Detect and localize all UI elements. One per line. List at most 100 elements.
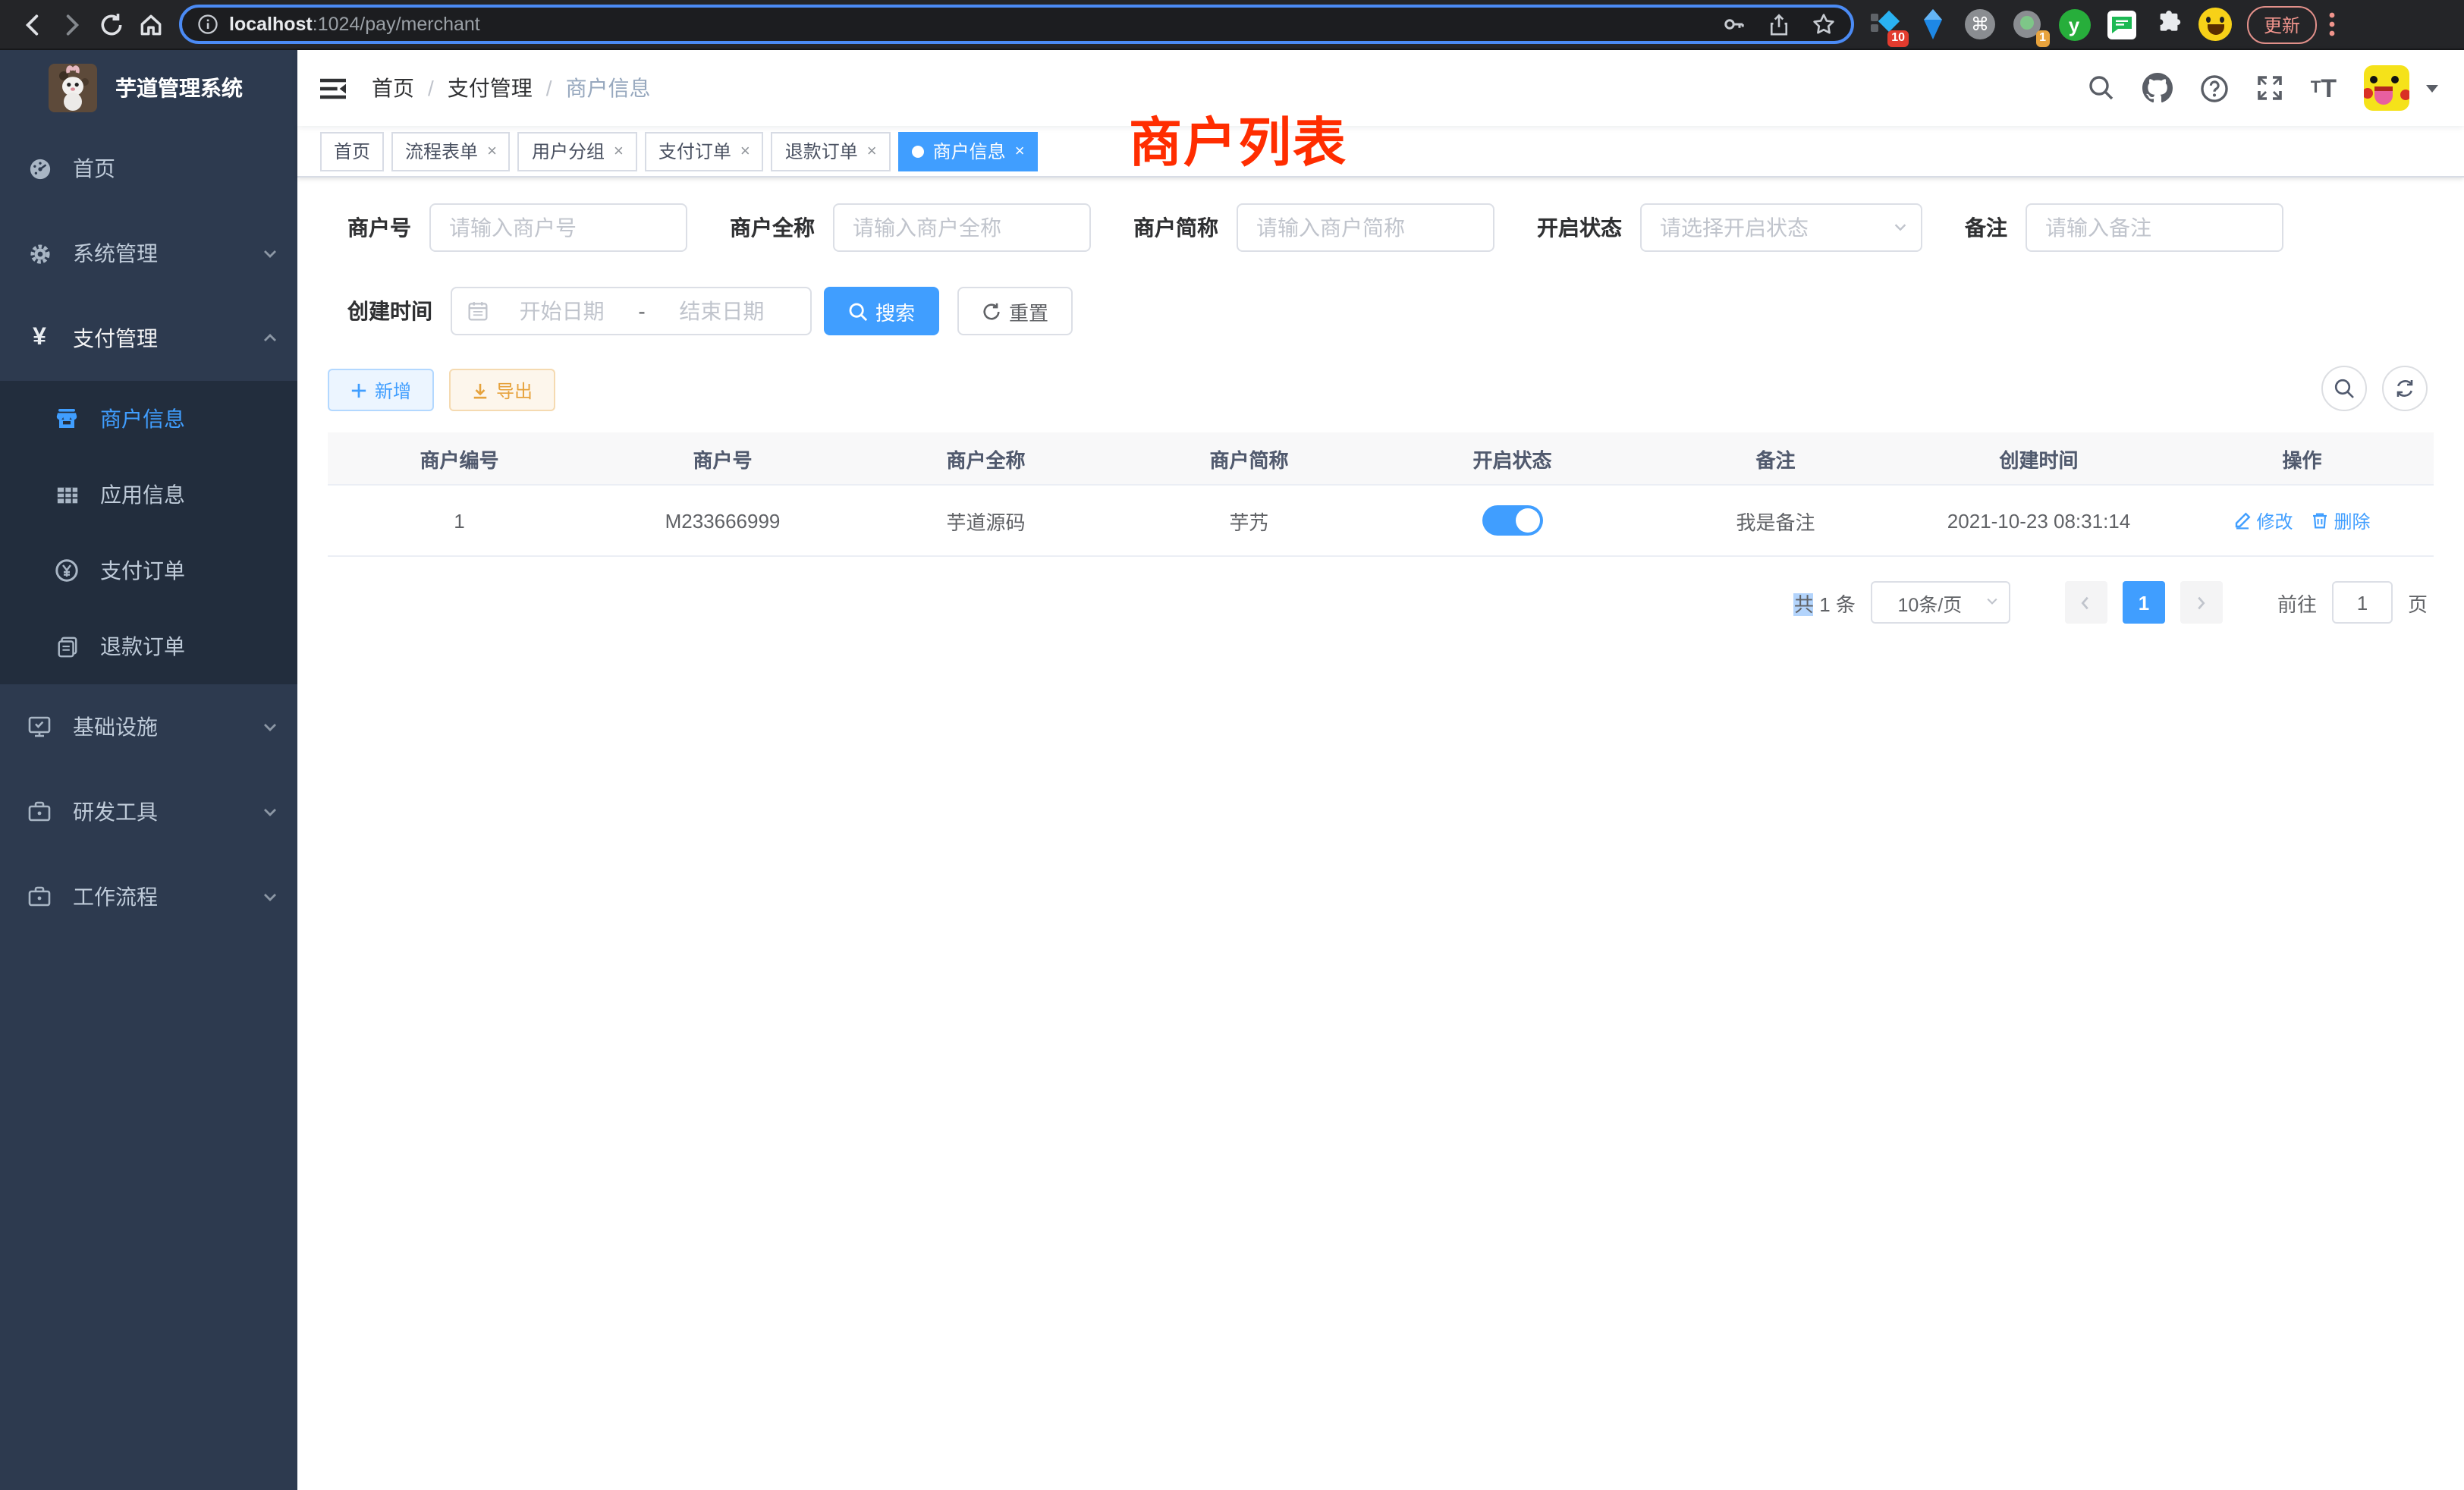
notification-badge: 1	[2035, 30, 2050, 47]
sidebar-item-home[interactable]: 首页	[0, 126, 297, 211]
sidebar-item-infra[interactable]: 基础设施	[0, 684, 297, 769]
breadcrumb-pay[interactable]: 支付管理	[448, 73, 533, 103]
site-info-icon[interactable]	[197, 14, 218, 35]
col-header: 备注	[1644, 432, 1907, 484]
refresh-button[interactable]	[2382, 366, 2428, 411]
tab-merchant-info[interactable]: 商户信息×	[898, 131, 1039, 171]
sidebar-item-pay-order[interactable]: 支付订单	[0, 533, 297, 608]
profile-avatar-emoji[interactable]	[2198, 8, 2232, 41]
close-icon[interactable]: ×	[740, 142, 750, 160]
col-header: 开启状态	[1381, 432, 1644, 484]
sidebar-item-devtools[interactable]: 研发工具	[0, 769, 297, 854]
collapse-sidebar-icon[interactable]	[319, 75, 347, 101]
forward-icon[interactable]	[52, 5, 91, 44]
sidebar-item-merchant-info[interactable]: 商户信息	[0, 381, 297, 457]
sidebar-logo[interactable]: 芋道管理系统	[0, 50, 297, 126]
bookmark-star-icon[interactable]	[1812, 12, 1836, 36]
tab-flow-form[interactable]: 流程表单×	[391, 131, 511, 171]
extension-badge: 10	[1887, 30, 1909, 47]
reset-button[interactable]: 重置	[957, 287, 1073, 335]
remark-input[interactable]	[2026, 203, 2283, 252]
gear-icon	[27, 242, 52, 265]
close-icon[interactable]: ×	[1015, 142, 1025, 160]
table-header-row: 商户编号 商户号 商户全称 商户简称 开启状态 备注 创建时间 操作	[328, 432, 2434, 486]
status-toggle[interactable]	[1482, 505, 1543, 536]
browser-menu-kebab-icon[interactable]	[2329, 12, 2335, 36]
end-date-placeholder[interactable]: 结束日期	[649, 296, 795, 326]
back-icon[interactable]	[12, 5, 52, 44]
tab-home[interactable]: 首页	[320, 131, 384, 171]
close-icon[interactable]: ×	[867, 142, 877, 160]
prev-page-button[interactable]	[2065, 581, 2107, 624]
delete-link[interactable]: 删除	[2312, 508, 2371, 533]
sidebar-item-system[interactable]: 系统管理	[0, 211, 297, 296]
chevron-down-icon	[261, 244, 279, 262]
full-name-input[interactable]	[833, 203, 1091, 252]
home-icon[interactable]	[130, 5, 170, 44]
monitor-check-icon	[27, 715, 52, 739]
briefcase-icon	[27, 885, 52, 909]
filter-row-1: 商户号 商户全称 商户简称 开启状态	[347, 203, 2434, 252]
next-page-button[interactable]	[2180, 581, 2223, 624]
extensions-puzzle-icon[interactable]	[2151, 8, 2185, 41]
close-icon[interactable]: ×	[487, 142, 497, 160]
search-button[interactable]: 搜索	[824, 287, 939, 335]
page-size-select[interactable]: 10条/页	[1871, 581, 2010, 624]
total-count: 共 1 条	[1794, 588, 1856, 617]
red-annotation-title: 商户列表	[1129, 100, 1347, 178]
cell-remark: 我是备注	[1644, 486, 1907, 557]
chrome-update-button[interactable]: 更新	[2247, 5, 2317, 43]
toggle-search-button[interactable]	[2321, 366, 2367, 411]
logo-rabbit-image	[49, 64, 97, 112]
goto-page-input[interactable]	[2332, 581, 2393, 624]
url-path: :1024/pay/merchant	[313, 14, 480, 35]
goto-label: 前往	[2277, 588, 2317, 617]
start-date-placeholder[interactable]: 开始日期	[489, 296, 635, 326]
extension-diamond-icon[interactable]: 10	[1869, 8, 1903, 41]
page-number-current[interactable]: 1	[2123, 581, 2165, 624]
add-button[interactable]: 新增	[328, 369, 434, 411]
share-icon[interactable]	[1768, 13, 1790, 36]
sidebar-item-refund-order[interactable]: 退款订单	[0, 608, 297, 684]
password-key-icon[interactable]	[1722, 12, 1746, 36]
reload-icon[interactable]	[91, 5, 130, 44]
sidebar-item-app-info[interactable]: 应用信息	[0, 457, 297, 533]
status-select[interactable]	[1640, 203, 1922, 252]
tab-user-group[interactable]: 用户分组×	[518, 131, 637, 171]
tab-pay-order[interactable]: 支付订单×	[645, 131, 764, 171]
help-icon[interactable]	[2200, 74, 2229, 102]
chevron-down-icon	[261, 718, 279, 736]
sidebar-item-workflow[interactable]: 工作流程	[0, 854, 297, 939]
short-name-input[interactable]	[1237, 203, 1494, 252]
refund-doc-icon	[55, 635, 79, 658]
font-size-icon[interactable]: TT	[2311, 75, 2337, 101]
search-icon[interactable]	[2088, 74, 2115, 102]
export-button[interactable]: 导出	[449, 369, 555, 411]
tab-refund-order[interactable]: 退款订单×	[772, 131, 891, 171]
top-navbar: 首页 / 支付管理 / 商户信息	[297, 50, 2464, 126]
yen-circle-icon	[55, 558, 79, 583]
merchant-table: 商户编号 商户号 商户全称 商户简称 开启状态 备注 创建时间 操作 1 M23…	[328, 432, 2434, 557]
date-range-picker[interactable]: 开始日期 - 结束日期	[451, 287, 812, 335]
breadcrumb-home[interactable]: 首页	[372, 73, 414, 103]
avatar-caret-icon[interactable]	[2425, 80, 2440, 96]
extension-gem-icon[interactable]	[1916, 8, 1950, 41]
extension-command-icon[interactable]: ⌘	[1963, 8, 1997, 41]
screenshot-root: localhost:1024/pay/merchant 10 ⌘	[0, 0, 2464, 1490]
github-icon[interactable]	[2142, 73, 2173, 103]
extension-y-icon[interactable]: y	[2057, 8, 2091, 41]
chevron-down-icon	[261, 803, 279, 821]
fullscreen-icon[interactable]	[2256, 74, 2283, 102]
cell-create-time: 2021-10-23 08:31:14	[1907, 486, 2170, 557]
extension-recorder-icon[interactable]: 1	[2010, 8, 2044, 41]
user-avatar[interactable]	[2364, 65, 2409, 111]
extension-chat-icon[interactable]	[2104, 8, 2138, 41]
extension-area: 10 ⌘ 1 y	[1869, 8, 2232, 41]
merchant-no-input[interactable]	[429, 203, 687, 252]
short-name-label: 商户简称	[1133, 212, 1218, 243]
close-icon[interactable]: ×	[614, 142, 624, 160]
cell-actions: 修改 删除	[2170, 486, 2434, 557]
sidebar-item-pay[interactable]: ¥ 支付管理	[0, 296, 297, 381]
url-bar[interactable]: localhost:1024/pay/merchant	[179, 5, 1854, 44]
edit-link[interactable]: 修改	[2233, 508, 2293, 533]
